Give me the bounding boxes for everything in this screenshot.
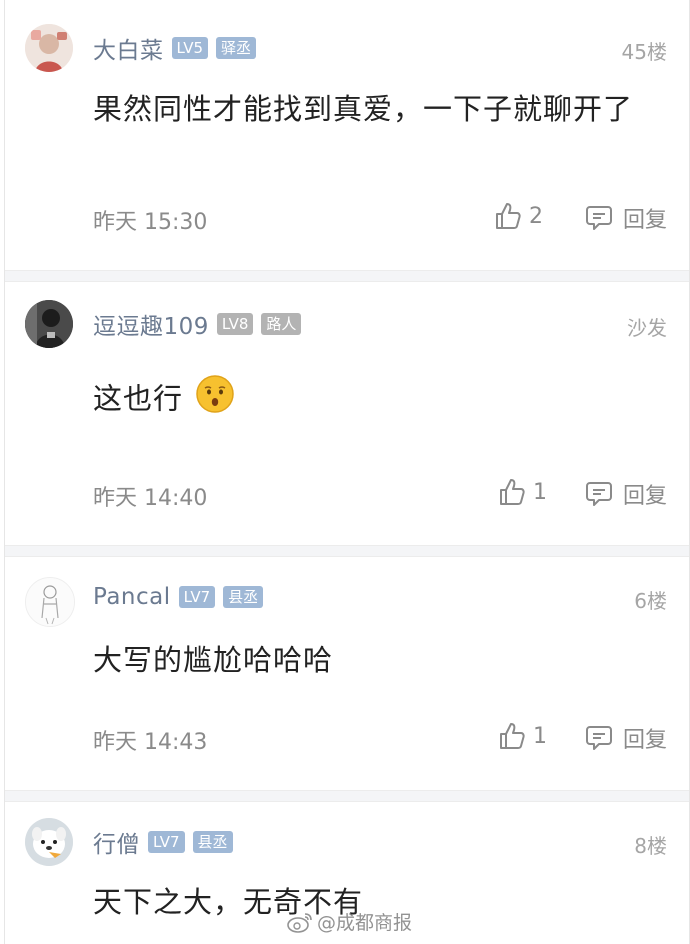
comment-header: 行僧 LV7 县丞	[93, 822, 233, 862]
comment-item: 逗逗趣109 LV8 路人 沙发 这也行 昨天 14:40 1 回复	[5, 282, 689, 545]
username[interactable]: 大白菜	[93, 31, 164, 65]
comment-item: 大白菜 LV5 驿丞 45楼 果然同性才能找到真爱，一下子就聊开了 昨天 15:…	[5, 0, 689, 270]
thumbs-up-icon	[500, 723, 525, 749]
level-badge: LV5	[171, 37, 209, 59]
like-count: 1	[533, 479, 547, 505]
comment-text: 果然同性才能找到真爱，一下子就聊开了	[93, 92, 634, 126]
avatar[interactable]	[25, 577, 75, 627]
watermark-text: @成都商报	[317, 912, 413, 934]
comment-header: 大白菜 LV5 驿丞	[93, 28, 257, 68]
weibo-icon	[287, 912, 312, 933]
reply-label: 回复	[622, 728, 667, 753]
level-badge: LV8	[216, 313, 254, 335]
username[interactable]: 逗逗趣109	[93, 307, 209, 341]
reply-label: 回复	[622, 484, 667, 509]
reply-button[interactable]: 回复	[585, 202, 667, 234]
comment-list: 大白菜 LV5 驿丞 45楼 果然同性才能找到真爱，一下子就聊开了 昨天 15:…	[4, 0, 690, 944]
hushed-face-emoji-icon	[195, 374, 235, 427]
watermark: @成都商报	[287, 908, 412, 935]
comment-text: 这也行	[93, 381, 184, 416]
reply-button[interactable]: 回复	[585, 478, 667, 510]
timestamp: 昨天 14:43	[93, 730, 208, 755]
comment-text: 大写的尴尬哈哈哈	[93, 643, 334, 677]
thumbs-up-icon	[496, 203, 521, 229]
timestamp: 昨天 15:30	[93, 210, 208, 235]
reply-icon	[585, 726, 612, 750]
floor-label: 8楼	[634, 834, 667, 858]
avatar[interactable]	[25, 818, 73, 866]
floor-label: 6楼	[634, 589, 667, 613]
like-button[interactable]: 2	[495, 202, 543, 230]
avatar[interactable]	[25, 300, 73, 348]
avatar-photo-icon	[25, 300, 73, 348]
level-badge: LV7	[178, 586, 216, 608]
separator	[5, 790, 689, 802]
like-button[interactable]: 1	[499, 722, 547, 750]
avatar-dog-icon	[25, 818, 73, 866]
reply-button[interactable]: 回复	[585, 722, 667, 754]
like-button[interactable]: 1	[499, 478, 547, 506]
avatar-sketch-icon	[26, 578, 74, 626]
comment-header: 逗逗趣109 LV8 路人	[93, 304, 302, 344]
title-badge: 路人	[261, 313, 302, 335]
floor-label: 沙发	[627, 316, 667, 340]
reply-icon	[585, 206, 612, 230]
floor-label: 45楼	[621, 40, 667, 64]
reply-label: 回复	[622, 208, 667, 233]
separator	[5, 545, 689, 557]
username[interactable]: Pancal	[93, 584, 171, 610]
username[interactable]: 行僧	[93, 825, 140, 859]
comment-item: Pancal LV7 县丞 6楼 大写的尴尬哈哈哈 昨天 14:43 1 回复	[5, 557, 689, 790]
thumbs-up-icon	[500, 479, 525, 505]
comment-header: Pancal LV7 县丞	[93, 577, 264, 617]
separator	[5, 270, 689, 282]
title-badge: 县丞	[223, 586, 264, 608]
avatar[interactable]	[25, 24, 73, 72]
like-count: 1	[533, 723, 547, 749]
reply-icon	[585, 482, 612, 506]
title-badge: 驿丞	[216, 37, 257, 59]
comment-text-row: 这也行	[93, 374, 653, 427]
like-count: 2	[529, 203, 543, 229]
level-badge: LV7	[148, 831, 185, 853]
timestamp: 昨天 14:40	[93, 486, 208, 511]
avatar-photo-icon	[25, 24, 73, 72]
title-badge: 县丞	[192, 831, 233, 853]
